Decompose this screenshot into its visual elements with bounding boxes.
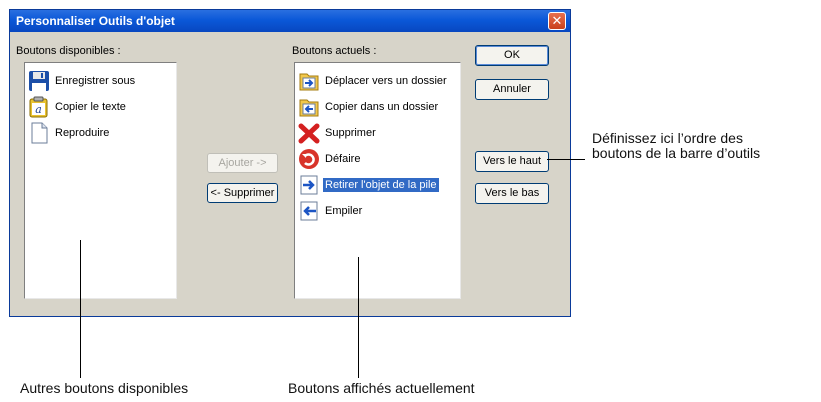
document-icon xyxy=(31,122,48,144)
available-label: Boutons disponibles : xyxy=(16,45,121,57)
list-item[interactable]: Déplacer vers un dossier xyxy=(298,69,449,93)
list-item[interactable]: Défaire xyxy=(298,147,362,171)
floppy-disk-icon xyxy=(29,71,49,91)
add-button[interactable]: Ajouter -> xyxy=(207,153,278,173)
current-listbox[interactable]: Déplacer vers un dossier Copier dans un … xyxy=(294,62,461,299)
close-button[interactable]: ✕ xyxy=(548,12,566,30)
move-to-folder-icon xyxy=(299,73,319,91)
list-item-label: Enregistrer sous xyxy=(55,75,136,87)
copy-to-folder-icon xyxy=(299,99,319,117)
list-item-label: Défaire xyxy=(325,153,361,165)
list-item[interactable]: Empiler xyxy=(298,199,364,223)
delete-x-icon xyxy=(298,123,320,144)
annotation-current: Boutons affichés actuellement xyxy=(288,380,475,396)
list-item-label: Supprimer xyxy=(325,127,376,139)
remove-button[interactable]: <- Supprimer xyxy=(207,183,278,203)
current-label: Boutons actuels : xyxy=(292,45,377,57)
annotation-available: Autres boutons disponibles xyxy=(20,380,189,396)
customize-dialog: Personnaliser Outils d'objet ✕ Boutons d… xyxy=(9,9,571,317)
list-item-label: Empiler xyxy=(325,205,363,217)
annotation-order-line1: Définissez ici l’ordre des xyxy=(592,130,743,146)
list-item-label: Reproduire xyxy=(55,127,110,139)
list-item[interactable]: Reproduire xyxy=(28,121,111,145)
available-listbox[interactable]: Enregistrer sous a Copier le texte Repro… xyxy=(24,62,177,299)
title-bar[interactable]: Personnaliser Outils d'objet ✕ xyxy=(10,10,570,32)
annotation-order: Définissez ici l’ordre des boutons de la… xyxy=(592,131,760,161)
callout-line-available xyxy=(80,240,81,378)
ok-button[interactable]: OK xyxy=(475,45,549,66)
list-item[interactable]: a Copier le texte xyxy=(28,95,128,119)
copy-text-icon: a xyxy=(29,96,48,118)
callout-line-current xyxy=(358,257,359,378)
close-icon: ✕ xyxy=(551,13,563,28)
list-item[interactable]: Copier dans un dossier xyxy=(298,95,440,119)
pop-stack-icon xyxy=(300,175,318,195)
push-stack-icon xyxy=(300,201,318,221)
svg-text:a: a xyxy=(35,103,42,116)
move-up-button[interactable]: Vers le haut xyxy=(475,151,549,172)
list-item[interactable]: Supprimer xyxy=(298,121,378,145)
list-item[interactable]: Enregistrer sous xyxy=(28,69,137,93)
dialog-title: Personnaliser Outils d'objet xyxy=(16,14,175,28)
list-item-selected[interactable]: Retirer l'objet de la pile xyxy=(298,173,439,197)
callout-line-order xyxy=(547,159,585,160)
move-down-button[interactable]: Vers le bas xyxy=(475,183,549,204)
list-item-label: Retirer l'objet de la pile xyxy=(323,178,439,192)
list-item-label: Copier le texte xyxy=(55,101,126,113)
annotation-order-line2: boutons de la barre d’outils xyxy=(592,145,761,161)
list-item-label: Déplacer vers un dossier xyxy=(325,75,447,87)
undo-icon xyxy=(299,149,319,169)
list-item-label: Copier dans un dossier xyxy=(325,101,439,113)
cancel-button[interactable]: Annuler xyxy=(475,79,549,100)
